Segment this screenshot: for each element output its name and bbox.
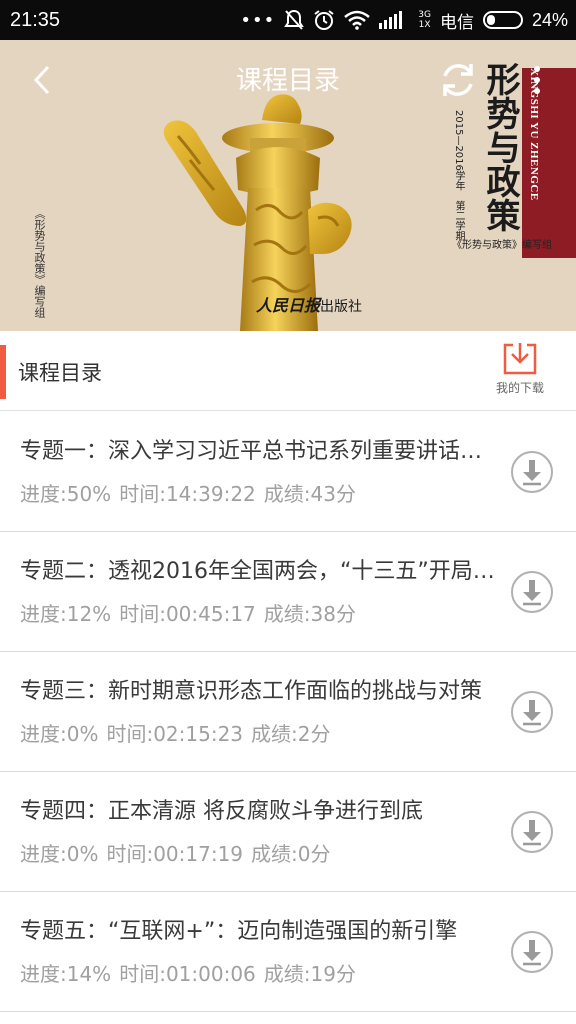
download-icon[interactable] <box>510 570 554 614</box>
download-icon[interactable] <box>510 690 554 734</box>
my-download-button[interactable]: 我的下载 <box>488 341 552 403</box>
course-cover: 《形势与政策》编写组 人民日报出版社 XINGSHI YU ZHENGCE 形势… <box>0 40 576 331</box>
course-progress: 进度:14% <box>20 962 112 986</box>
my-download-label: 我的下载 <box>495 381 544 395</box>
course-meta: 进度:50% 时间:14:39:22 成绩:43分 <box>20 480 364 508</box>
more-menu-button[interactable] <box>522 60 552 100</box>
publisher-suffix: 出版社 <box>320 299 363 315</box>
mute-icon <box>284 9 305 30</box>
refresh-button[interactable] <box>436 58 480 102</box>
course-list: 专题一：深入学习习近平总书记系列重要讲话精神 进度:50% 时间:14:39:22… <box>0 412 576 1012</box>
course-meta: 进度:14% 时间:01:00:06 成绩:19分 <box>20 960 364 988</box>
status-time: 21:35 <box>10 9 61 31</box>
cover-year: 2015—2016学年 第二学期 <box>453 110 464 241</box>
course-title: 专题五：“互联网+”：迈向制造强国的新引擎 <box>20 919 458 944</box>
course-time: 时间:01:00:06 <box>119 962 256 986</box>
course-score: 成绩:38分 <box>263 602 356 626</box>
course-time: 时间:14:39:22 <box>119 482 256 506</box>
course-score: 成绩:0分 <box>251 842 331 866</box>
battery-icon <box>482 11 523 29</box>
course-row[interactable]: 专题三：新时期意识形态工作面临的挑战与对策 进度:0% 时间:02:15:23 成绩… <box>0 652 576 772</box>
cover-editor: 《形势与政策》编写组 <box>452 240 552 251</box>
course-score: 成绩:43分 <box>263 482 356 506</box>
more-vertical-icon-dot <box>534 88 540 94</box>
network-top-label: 3G <box>418 10 431 20</box>
more-vertical-icon <box>534 66 540 72</box>
publisher-logo: 人民日报 <box>256 296 321 315</box>
course-row[interactable]: 专题二：透视2016年全国两会，“十三五”开局起步 进度:12% 时间:00:45… <box>0 532 576 652</box>
page-title: 课程目录 <box>235 66 340 96</box>
status-icons: ••• 3G 1X 电信 24% <box>240 6 568 34</box>
signal-icon <box>379 11 403 29</box>
course-meta: 进度:0% 时间:02:15:23 成绩:2分 <box>20 720 339 748</box>
alarm-icon <box>314 10 334 30</box>
course-row[interactable]: 专题一：深入学习习近平总书记系列重要讲话精神 进度:50% 时间:14:39:22… <box>0 412 576 532</box>
refresh-icon <box>443 64 473 96</box>
course-time: 时间:00:17:19 <box>106 842 244 866</box>
course-progress: 进度:0% <box>20 722 99 746</box>
course-time: 时间:02:15:23 <box>106 722 244 746</box>
publisher: 人民日报出版社 <box>256 292 362 316</box>
course-row[interactable]: 专题四：正本清源 将反腐败斗争进行到底 进度:0% 时间:00:17:19 成绩:0… <box>0 772 576 892</box>
network-type: 3G 1X <box>418 10 431 30</box>
course-meta: 进度:12% 时间:00:45:17 成绩:38分 <box>20 600 364 628</box>
course-time: 时间:00:45:17 <box>119 602 256 626</box>
carrier-label: 电信 <box>439 12 474 33</box>
more-vertical-icon-dot <box>534 77 540 83</box>
download-icon[interactable] <box>510 930 554 974</box>
course-score: 成绩:19分 <box>263 962 356 986</box>
course-progress: 进度:50% <box>20 482 112 506</box>
course-title: 专题三：新时期意识形态工作面临的挑战与对策 <box>20 679 483 704</box>
course-row[interactable]: 专题五：“互联网+”：迈向制造强国的新引擎 进度:14% 时间:01:00:06 成… <box>0 892 576 1012</box>
course-progress: 进度:12% <box>20 602 112 626</box>
course-title: 专题二：透视2016年全国两会，“十三五”开局起步 <box>20 559 500 584</box>
cover-left-editor: 《形势与政策》编写组 <box>33 208 46 318</box>
course-meta: 进度:0% 时间:00:17:19 成绩:0分 <box>20 840 339 868</box>
battery-percent: 24% <box>531 9 568 30</box>
network-bottom-label: 1X <box>418 20 431 30</box>
section-title: 课程目录 <box>18 361 102 385</box>
section-header: 课程目录 我的下载 <box>0 331 576 411</box>
status-bar: 21:35 ••• 3G 1X 电信 24% <box>0 0 576 40</box>
back-button[interactable] <box>22 60 62 100</box>
course-title: 专题四：正本清源 将反腐败斗争进行到底 <box>20 799 423 824</box>
course-progress: 进度:0% <box>20 842 99 866</box>
wifi-icon <box>344 10 371 30</box>
battery-fill <box>486 15 495 25</box>
download-icon[interactable] <box>510 810 554 854</box>
course-title: 专题一：深入学习习近平总书记系列重要讲话精神 <box>20 439 500 464</box>
course-score: 成绩:2分 <box>251 722 331 746</box>
section-accent-bar <box>0 345 6 399</box>
download-tray-icon <box>503 343 537 375</box>
download-icon[interactable] <box>510 450 554 494</box>
more-dots-icon: ••• <box>240 9 276 31</box>
cover-book-title: 形势与政策 <box>480 62 520 232</box>
chevron-left-icon <box>33 65 50 95</box>
